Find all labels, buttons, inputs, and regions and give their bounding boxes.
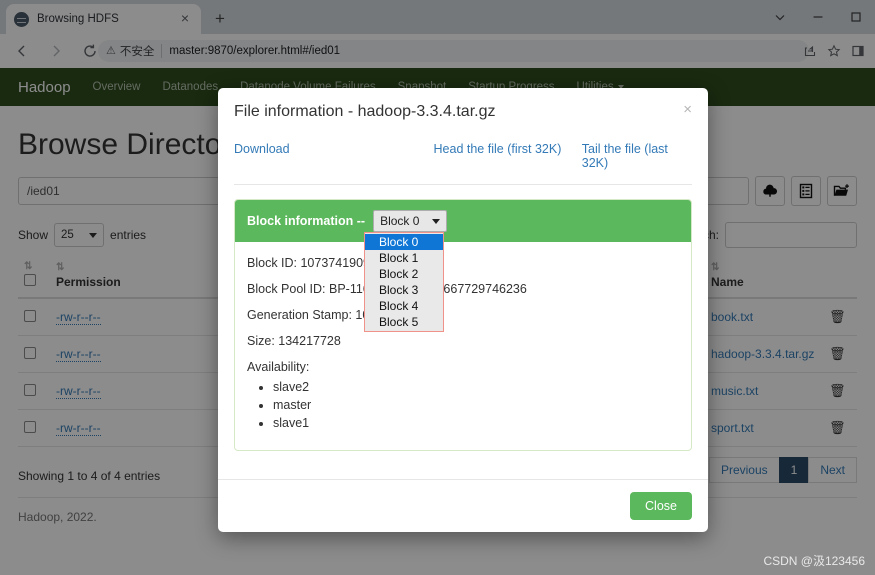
block-panel-body: Block ID: 1073741909 Block Pool ID: BP-1… <box>235 242 691 450</box>
watermark: CSDN @汲123456 <box>763 554 865 568</box>
block-option-4[interactable]: Block 4 <box>365 298 443 314</box>
modal-footer: Close <box>218 479 708 532</box>
file-action-links: Download Head the file (first 32K) Tail … <box>234 136 692 184</box>
modal-title: File information - hadoop-3.3.4.tar.gz <box>234 103 496 120</box>
block-option-3[interactable]: Block 3 <box>365 282 443 298</box>
modal-divider <box>234 184 692 185</box>
tail-file-link[interactable]: Tail the file (last 32K) <box>582 142 692 170</box>
block-pool-id: Block Pool ID: BP-1160168.1.101-16677297… <box>247 282 527 296</box>
block-panel-heading: Block information -- <box>247 214 366 228</box>
availability-item: master <box>273 398 679 412</box>
block-option-5[interactable]: Block 5 <box>365 314 443 330</box>
head-file-link[interactable]: Head the file (first 32K) <box>434 142 582 170</box>
generation-stamp: Generation Stamp: 10 <box>247 308 370 322</box>
block-panel-header: Block information -- Block 0 Block 0 Blo… <box>235 200 691 332</box>
block-option-2[interactable]: Block 2 <box>365 266 443 282</box>
block-select[interactable]: Block 0 <box>373 210 448 232</box>
download-link[interactable]: Download <box>234 142 434 170</box>
block-size: Size: 134217728 <box>247 334 341 348</box>
block-select-value: Block 0 <box>380 214 420 228</box>
close-icon[interactable]: × <box>683 102 692 117</box>
block-id: Block ID: 1073741909 <box>247 256 371 270</box>
block-select-options[interactable]: Block 0 Block 1 Block 2 Block 3 Block 4 … <box>364 232 444 332</box>
availability-item: slave1 <box>273 416 679 430</box>
file-information-modal: File information - hadoop-3.3.4.tar.gz ×… <box>218 88 708 532</box>
availability-label: Availability: <box>247 360 310 374</box>
modal-body: Download Head the file (first 32K) Tail … <box>218 136 708 479</box>
chevron-down-icon <box>432 218 441 224</box>
block-option-1[interactable]: Block 1 <box>365 250 443 266</box>
block-information-panel: Block information -- Block 0 Block 0 Blo… <box>234 199 692 451</box>
availability-item: slave2 <box>273 380 679 394</box>
block-option-0[interactable]: Block 0 <box>365 234 443 250</box>
modal-header: File information - hadoop-3.3.4.tar.gz × <box>218 88 708 136</box>
close-button[interactable]: Close <box>630 492 692 520</box>
availability-list: slave2 master slave1 <box>247 380 679 430</box>
